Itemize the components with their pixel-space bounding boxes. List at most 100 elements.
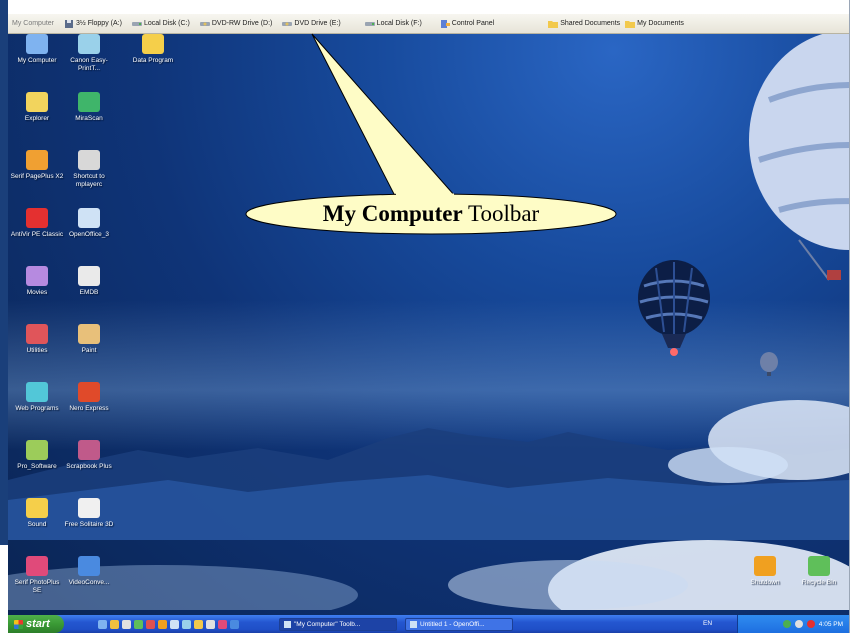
taskbar-button-toolbar[interactable]: "My Computer" Toolb... [279,617,397,631]
desktop-icon[interactable]: OpenOffice_3 [62,208,116,239]
desktop-icon[interactable]: Shortcut to mplayerc [62,150,116,188]
explorer-icon [26,92,48,112]
toolbar-local-disk-f[interactable]: Local Disk (F:) [360,20,427,28]
desktop-icon-label: Web Programs [15,405,59,412]
start-button[interactable]: start [8,615,64,633]
desktop-icon[interactable]: Nero Express [62,382,116,413]
toolbar-item-label: Control Panel [451,20,495,27]
desktop-icon[interactable]: Shutdown [738,556,792,587]
desktop-icon[interactable]: VideoConve... [62,556,116,587]
windows-flag-icon [14,619,23,629]
quick-launch-icon[interactable] [110,619,119,629]
taskbar: start "My Computer" Toolb... Untitled 1 … [8,615,849,633]
desktop-icon-label: Scrapbook Plus [66,463,112,470]
folder-icon [26,440,48,460]
quick-launch-icon[interactable] [206,619,215,629]
toolbar-item-label: Local Disk (C:) [143,20,190,27]
desktop-icon[interactable]: EMDB [62,266,116,297]
clock: 4:05 PM [818,620,843,628]
desktop-icon[interactable]: Paint [62,324,116,355]
desktop-icon-label: Utilities [26,347,48,354]
mirascan-icon [78,92,100,112]
desktop-icon[interactable]: Explorer [10,92,64,123]
desktop-icon[interactable]: Canon Easy-PrintT... [62,34,116,72]
tray-volume-icon[interactable] [794,620,803,628]
start-label: start [26,618,50,630]
document-icon [284,620,291,628]
desktop-icon[interactable]: Free Solitaire 3D [62,498,116,529]
language-indicator[interactable]: EN [703,615,712,633]
desktop-icon[interactable]: Pro_Software [10,440,64,471]
quick-launch-icon[interactable] [230,619,239,629]
quick-launch-icon[interactable] [122,619,131,629]
desktop-icon-label: Explorer [24,115,50,122]
desktop-icon-label: Data Program [132,57,174,64]
desktop-icon-label: Serif PagePlus X2 [10,173,64,180]
desktop-icon[interactable]: Scrapbook Plus [62,440,116,471]
openoffice-icon [410,620,417,628]
desktop-icon-label: Shortcut to mplayerc [73,173,105,188]
desktop-icon[interactable]: Recycle Bin [792,556,846,587]
quick-launch-icon[interactable] [170,619,179,629]
toolbar-control-panel[interactable]: Control Panel [435,19,499,28]
toolbar-item-label: My Documents [637,20,684,27]
quick-launch-icon[interactable] [98,619,107,629]
toolbar-item-label: DVD-RW Drive (D:) [211,20,273,27]
my-computer-toolbar: My Computer 3½ Floppy (A:) Local Disk (C… [8,14,849,34]
desktop-icon-label: MiraScan [75,115,103,122]
top-strip [8,0,849,14]
toolbar-title: My Computer [12,20,55,27]
clouds-background [8,400,849,610]
quick-launch-icon[interactable] [146,619,155,629]
desktop-icon[interactable]: My Computer [10,34,64,65]
mid-balloon-decoration [638,260,710,356]
desktop[interactable] [8,0,849,633]
desktop-icon[interactable]: MiraScan [62,92,116,123]
desktop-icon-label: Serif PhotoPlus SE [14,579,60,594]
recycle-bin-icon [808,556,830,576]
toolbar-my-documents[interactable]: My Documents [625,20,689,28]
desktop-icon[interactable]: Serif PhotoPlus SE [10,556,64,594]
videoconvert-icon [78,556,100,576]
callout-text: My Computer Toolbar [248,196,614,232]
folder-icon [548,20,559,28]
nero-icon [78,382,100,402]
desktop-icon[interactable]: Data Program [126,34,180,65]
antivir-icon [26,208,48,228]
desktop-icon[interactable]: Utilities [10,324,64,355]
desktop-icon-label: Recycle Bin [801,579,837,586]
toolbar-item-label: Local Disk (F:) [376,20,422,27]
system-tray: 4:05 PM [737,615,849,633]
desktop-icon[interactable]: Sound [10,498,64,529]
taskbar-button-label: "My Computer" Toolb... [294,620,361,628]
desktop-icon[interactable]: AntiVir PE Classic [10,208,64,239]
callout-rest: Toolbar [462,201,540,226]
pageplus-icon [26,150,48,170]
toolbar-floppy-a[interactable]: 3½ Floppy (A:) [59,19,127,28]
small-balloon-decoration [760,352,778,376]
toolbar-local-disk-c[interactable]: Local Disk (C:) [127,20,195,28]
quick-launch-icon[interactable] [218,619,227,629]
desktop-icon-label: My Computer [17,57,57,64]
tray-antivir-icon[interactable] [806,620,815,628]
desktop-icon-label: OpenOffice_3 [69,231,109,238]
paint-icon [78,324,100,344]
toolbar-shared-documents[interactable]: Shared Documents [543,20,625,28]
toolbar-dvd-e[interactable]: DVD Drive (E:) [277,20,345,28]
desktop-icon[interactable]: Movies [10,266,64,297]
desktop-icon[interactable]: Web Programs [10,382,64,413]
dvd-icon [199,21,210,26]
desktop-icon-label: Sound [27,521,47,528]
quick-launch-icon[interactable] [182,619,191,629]
quick-launch-icon[interactable] [158,619,167,629]
disk-icon [364,21,375,26]
scrapbook-icon [78,440,100,460]
tray-network-icon[interactable] [782,620,791,628]
toolbar-item-label: 3½ Floppy (A:) [76,20,122,27]
taskbar-button-openoffice[interactable]: Untitled 1 - OpenOffi... [405,617,513,631]
quick-launch-icon[interactable] [194,619,203,629]
desktop-icon[interactable]: Serif PagePlus X2 [10,150,64,181]
toolbar-dvd-rw-d[interactable]: DVD-RW Drive (D:) [195,20,278,28]
solitaire-icon [78,498,100,518]
quick-launch-icon[interactable] [134,619,143,629]
